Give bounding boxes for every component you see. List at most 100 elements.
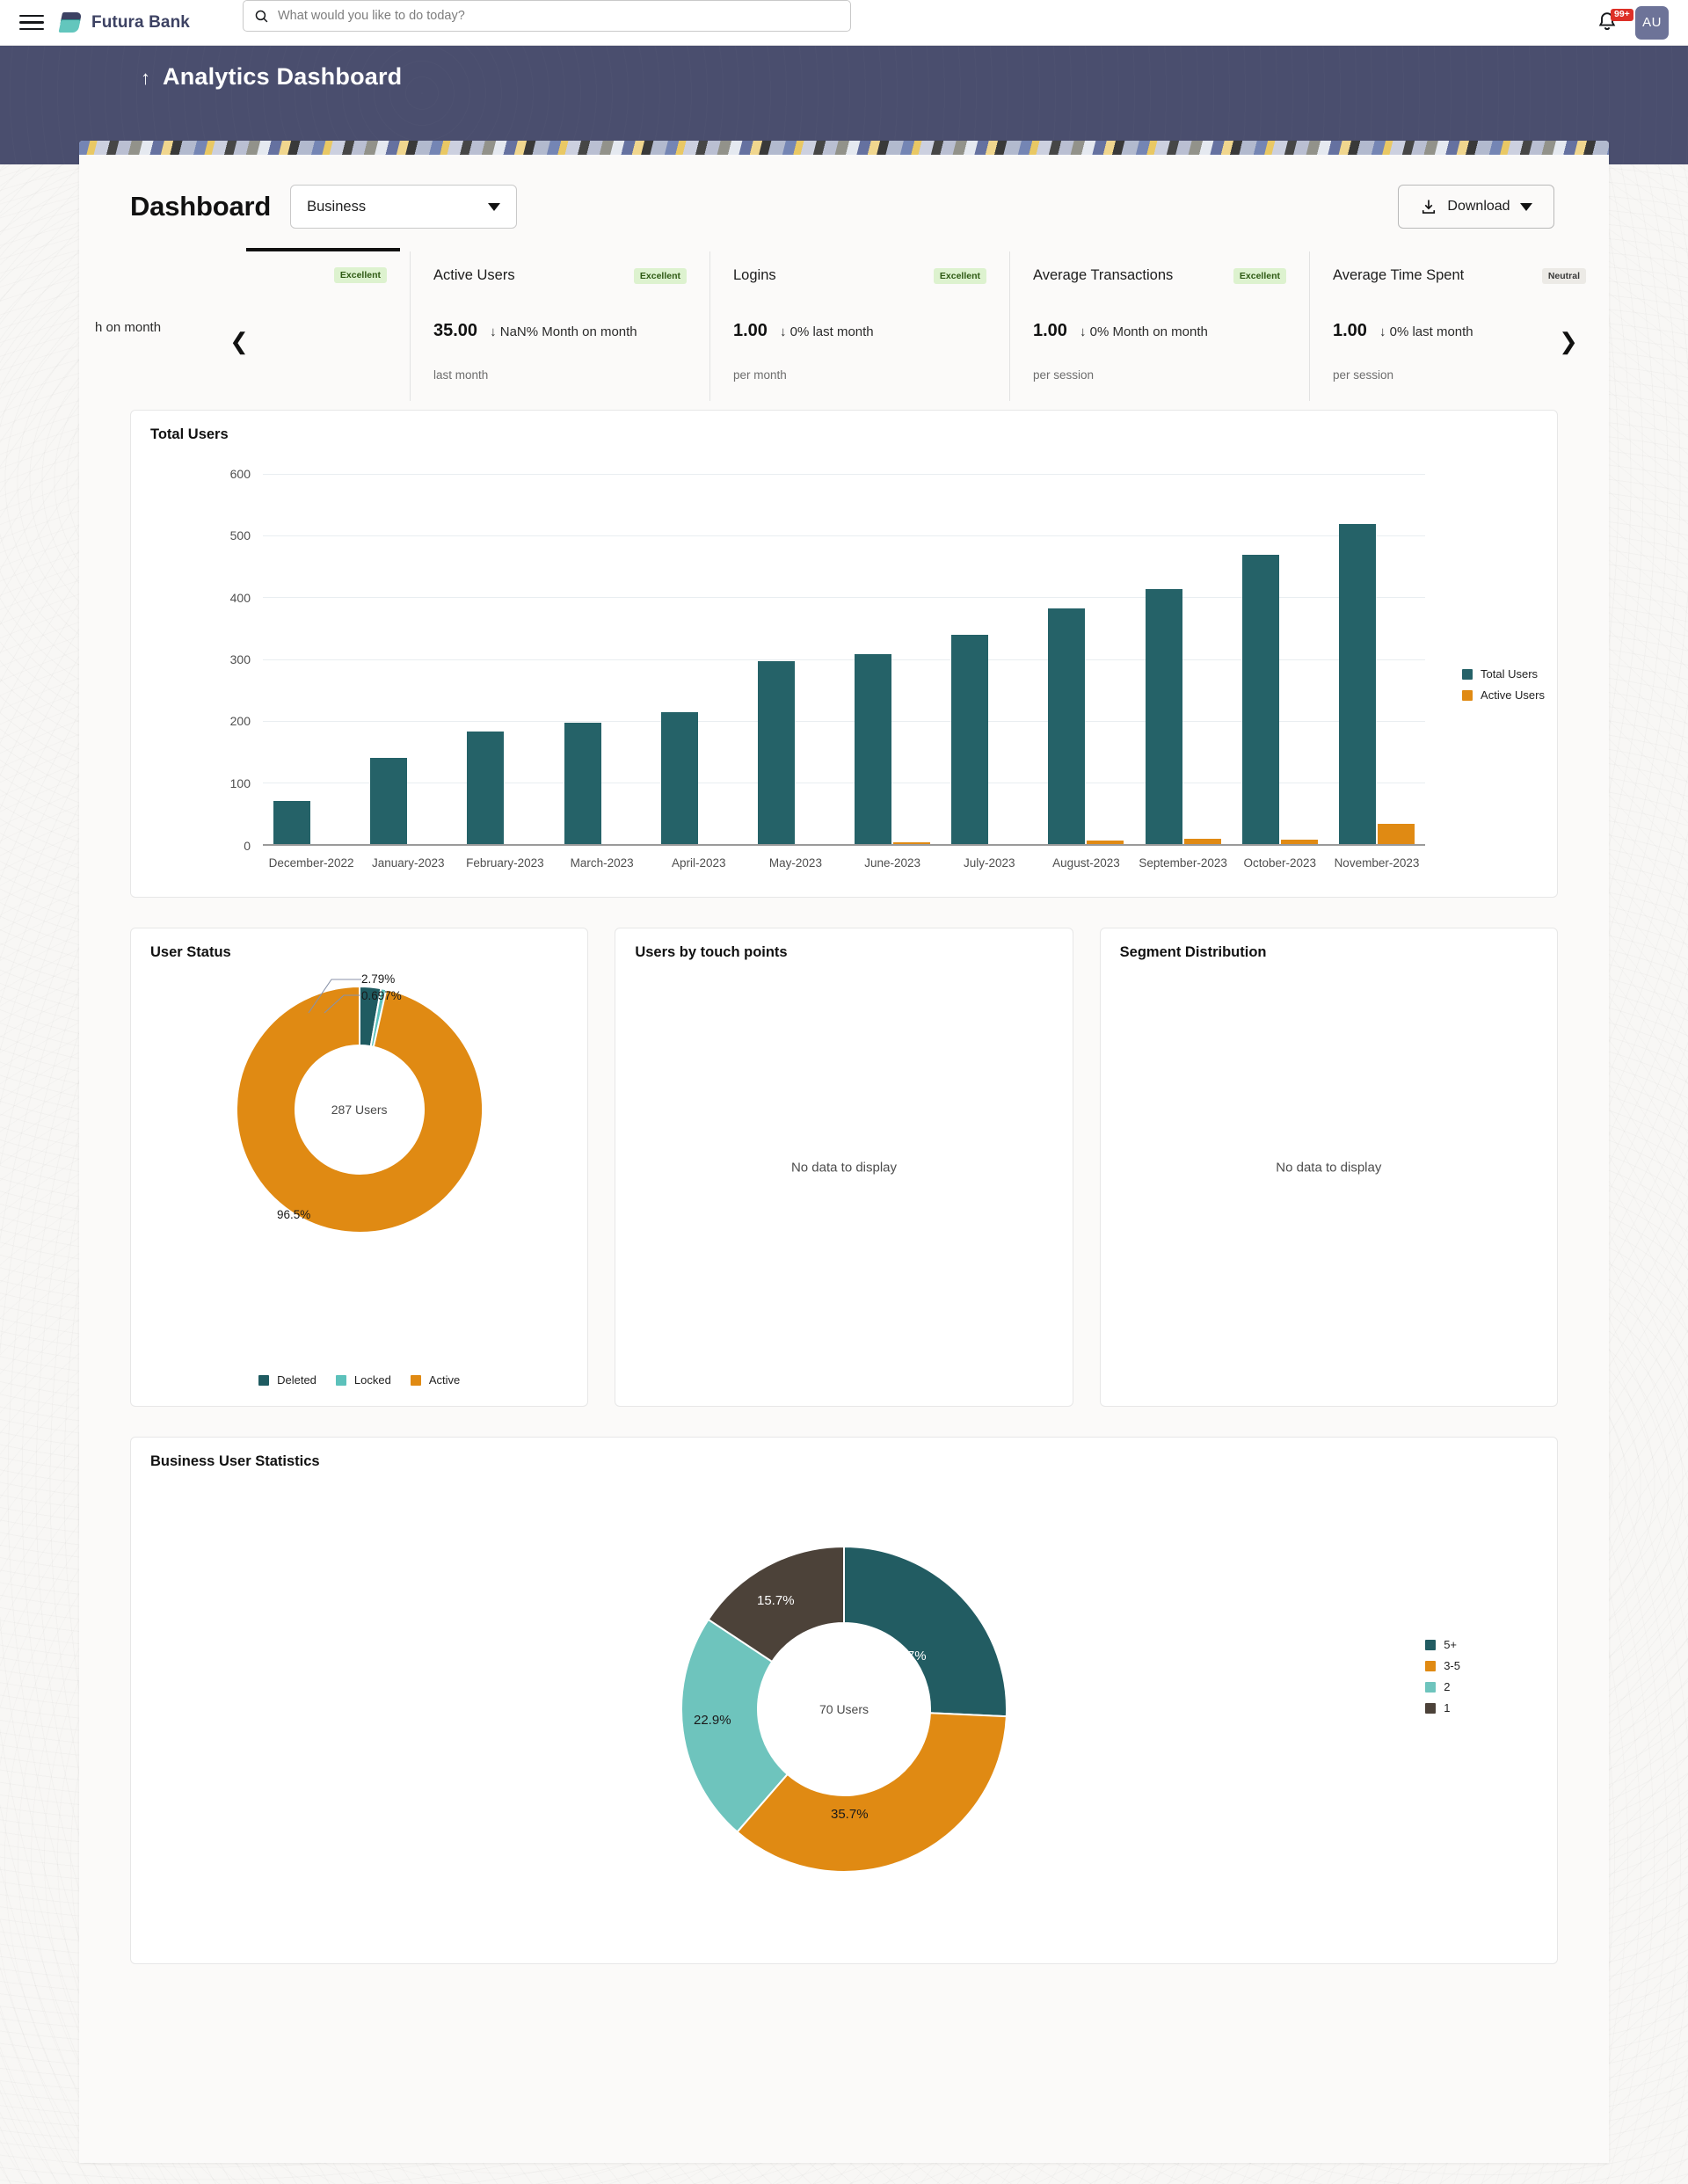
bar-total-users[interactable] — [564, 723, 601, 844]
kpi-carousel: Excellenth on monthActive UsersExcellent… — [79, 251, 1609, 401]
bar-group[interactable]: January-2023 — [360, 474, 456, 844]
slice-label-3-5: 35.7% — [831, 1807, 869, 1822]
avatar[interactable]: AU — [1635, 6, 1669, 40]
bar-total-users[interactable] — [951, 635, 988, 844]
x-axis-tick: June-2023 — [864, 856, 920, 870]
bar-total-users[interactable] — [467, 732, 504, 844]
legend-item[interactable]: Active Users — [1462, 688, 1545, 702]
kpi-label: Active Users — [433, 267, 515, 284]
back-arrow-icon[interactable]: ↑ — [141, 69, 150, 88]
legend-item[interactable]: 3-5 — [1425, 1659, 1460, 1672]
kpi-card[interactable]: Active UsersExcellent35.00↓ NaN% Month o… — [411, 251, 710, 401]
kpi-card[interactable]: Average TransactionsExcellent1.00↓ 0% Mo… — [1010, 251, 1310, 401]
legend-item[interactable]: Deleted — [258, 1373, 316, 1387]
slice-label-2: 22.9% — [694, 1713, 731, 1728]
download-button[interactable]: Download — [1398, 185, 1554, 229]
bar-total-users[interactable] — [273, 801, 310, 844]
bar-group[interactable]: November-2023 — [1328, 474, 1425, 844]
bar-total-users[interactable] — [855, 654, 891, 844]
legend-label: 2 — [1444, 1680, 1450, 1693]
bar-total-users[interactable] — [758, 661, 795, 844]
kpi-subtext: per session — [1033, 368, 1094, 382]
legend-swatch — [1425, 1703, 1436, 1714]
bar-group[interactable]: August-2023 — [1037, 474, 1134, 844]
user-status-donut: 287 Users 2.79% 0.697% 96.5% — [131, 978, 587, 1241]
x-axis-tick: March-2023 — [571, 856, 634, 870]
search-input[interactable] — [278, 9, 840, 23]
total-users-panel: Total Users 0100200300400500600December-… — [130, 410, 1558, 898]
kpi-next-button[interactable]: ❯ — [1549, 315, 1588, 368]
legend-item[interactable]: 1 — [1425, 1701, 1460, 1714]
x-axis-tick: April-2023 — [672, 856, 726, 870]
bar-group[interactable]: March-2023 — [554, 474, 651, 844]
search-icon — [254, 9, 269, 24]
y-axis-tick: 0 — [244, 839, 251, 853]
bar-group[interactable]: September-2023 — [1135, 474, 1232, 844]
y-axis-tick: 200 — [230, 714, 251, 728]
touch-points-panel: Users by touch points No data to display — [615, 928, 1073, 1407]
panel-title: User Status — [131, 928, 587, 961]
legend-item[interactable]: 5+ — [1425, 1638, 1460, 1651]
y-axis-tick: 500 — [230, 528, 251, 542]
legend-label: 3-5 — [1444, 1659, 1460, 1672]
kpi-card[interactable]: LoginsExcellent1.00↓ 0% last monthper mo… — [710, 251, 1010, 401]
brand-logo-group[interactable]: Futura Bank — [60, 12, 190, 33]
kpi-value: 35.00 — [433, 321, 477, 341]
secondary-charts-row: User Status 287 Users 2.79% 0.697% 96.5% — [130, 928, 1558, 1407]
legend-swatch — [1425, 1661, 1436, 1671]
hamburger-icon[interactable] — [19, 14, 44, 32]
x-axis-tick: January-2023 — [372, 856, 445, 870]
bar-total-users[interactable] — [370, 758, 407, 844]
bar-active-users[interactable] — [893, 842, 930, 844]
bar-active-users[interactable] — [1281, 840, 1318, 844]
bar-group[interactable]: May-2023 — [747, 474, 844, 844]
bar-group[interactable]: April-2023 — [651, 474, 747, 844]
kpi-subtext: per month — [733, 368, 787, 382]
bar-active-users[interactable] — [1184, 839, 1221, 844]
legend-swatch — [258, 1375, 269, 1386]
topbar-actions: 99+ AU — [1597, 6, 1669, 40]
segment-select-value: Business — [307, 199, 366, 215]
download-label: Download — [1447, 199, 1510, 215]
bar-group[interactable]: December-2022 — [263, 474, 360, 844]
bar-total-users[interactable] — [661, 712, 698, 844]
notifications-button[interactable]: 99+ — [1597, 11, 1619, 35]
x-axis-tick: November-2023 — [1335, 856, 1420, 870]
legend-item[interactable]: Total Users — [1462, 667, 1545, 681]
search-box[interactable] — [243, 0, 851, 32]
status-badge: Excellent — [934, 268, 986, 284]
x-axis-tick: December-2022 — [269, 856, 354, 870]
bar-total-users[interactable] — [1339, 524, 1376, 844]
bar-group[interactable]: October-2023 — [1232, 474, 1328, 844]
segment-select[interactable]: Business — [290, 185, 517, 229]
kpi-delta: ↓ 0% last month — [1379, 324, 1473, 339]
bar-total-users[interactable] — [1048, 608, 1085, 844]
legend-item[interactable]: Locked — [336, 1373, 391, 1387]
top-navigation-bar: Futura Bank 99+ AU — [0, 0, 1688, 46]
x-axis-tick: July-2023 — [964, 856, 1015, 870]
kpi-label: Average Transactions — [1033, 267, 1173, 284]
legend-label: Total Users — [1481, 667, 1538, 681]
panel-title: Business User Statistics — [131, 1438, 1557, 1470]
kpi-prev-button[interactable]: ❮ — [220, 315, 258, 368]
legend-swatch — [1462, 690, 1473, 701]
gridline: 0 — [263, 844, 1425, 846]
x-axis-tick: May-2023 — [769, 856, 822, 870]
bar-group[interactable]: July-2023 — [941, 474, 1037, 844]
legend-label: Active — [429, 1373, 460, 1387]
legend-swatch — [1462, 669, 1473, 680]
y-axis-tick: 600 — [230, 467, 251, 481]
bar-active-users[interactable] — [1087, 841, 1124, 844]
bar-active-users[interactable] — [1378, 824, 1415, 844]
kpi-card[interactable]: Excellenth on month — [111, 251, 411, 401]
bar-total-users[interactable] — [1146, 589, 1182, 844]
bar-group[interactable]: February-2023 — [456, 474, 553, 844]
dashboard-content-card: Dashboard Business Download Excellenth o… — [79, 141, 1609, 2163]
bar-total-users[interactable] — [1242, 555, 1279, 844]
x-axis-tick: August-2023 — [1052, 856, 1120, 870]
bar-group[interactable]: June-2023 — [844, 474, 941, 844]
chevron-down-icon — [1520, 203, 1532, 211]
kpi-delta: ↓ 0% last month — [780, 324, 874, 339]
legend-item[interactable]: 2 — [1425, 1680, 1460, 1693]
legend-item[interactable]: Active — [411, 1373, 460, 1387]
